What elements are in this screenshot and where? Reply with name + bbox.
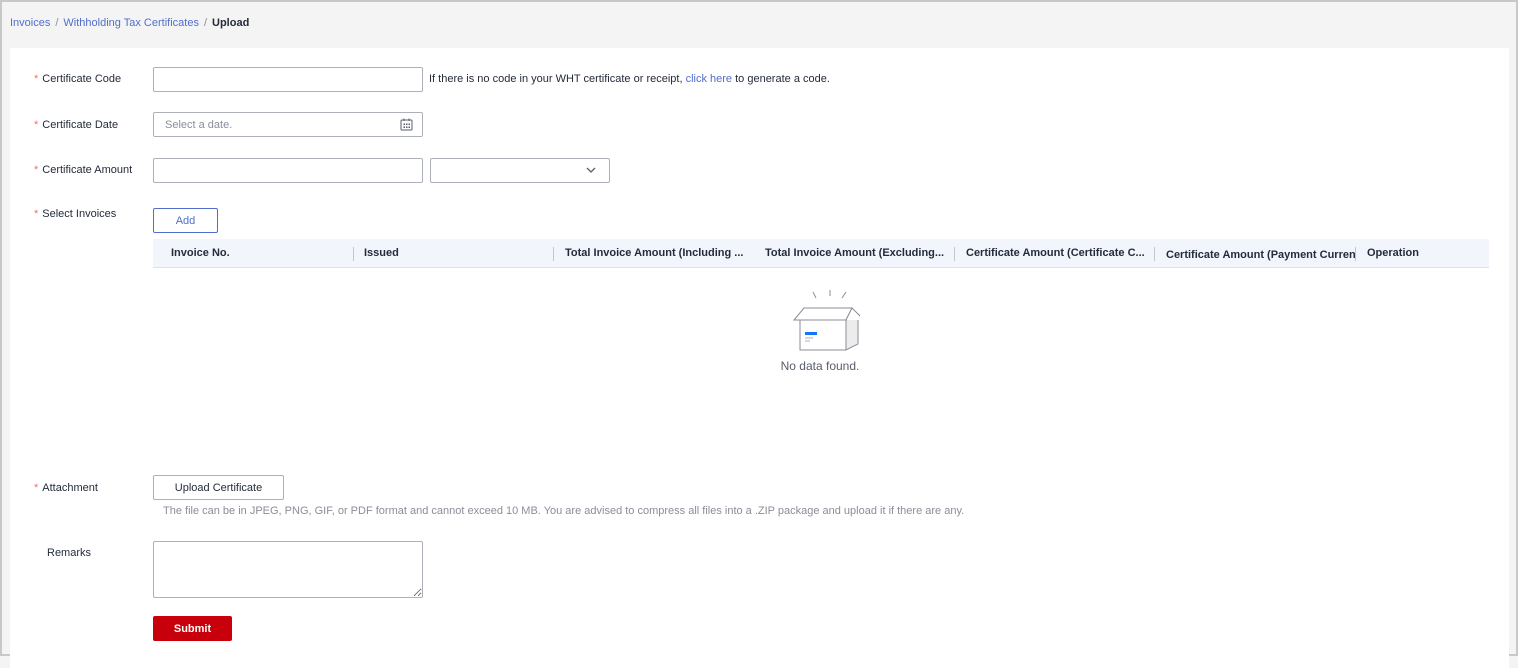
col-total-excl: Total Invoice Amount (Excluding... <box>765 247 945 259</box>
remarks-textarea[interactable] <box>153 541 423 598</box>
breadcrumb-invoices[interactable]: Invoices <box>10 17 50 29</box>
breadcrumb-wht-certificates[interactable]: Withholding Tax Certificates <box>63 17 199 29</box>
upload-form: * Certificate Code If there is no code in… <box>10 48 1509 668</box>
breadcrumb-separator: / <box>203 17 208 29</box>
breadcrumb: Invoices / Withholding Tax Certificates / Up… <box>10 17 249 29</box>
select-invoices-label: * Select Invoices <box>34 208 117 220</box>
col-total-incl: Total Invoice Amount (Including ... <box>565 247 744 259</box>
certificate-amount-input[interactable] <box>153 158 423 183</box>
date-placeholder: Select a date. <box>165 119 233 131</box>
currency-select[interactable] <box>430 158 610 183</box>
upload-certificate-button[interactable]: Upload Certificate <box>153 475 284 500</box>
breadcrumb-separator: / <box>55 17 59 29</box>
certificate-code-label: * Certificate Code <box>34 73 122 85</box>
attachment-note: The file can be in JPEG, PNG, GIF, or PD… <box>163 505 965 517</box>
col-issued: Issued <box>364 247 399 259</box>
certificate-date-picker[interactable]: Select a date. <box>153 112 423 137</box>
certificate-date-label: * Certificate Date <box>34 119 119 131</box>
col-cert-amount-cert: Certificate Amount (Certificate C... <box>966 247 1145 259</box>
empty-box-icon <box>792 290 865 351</box>
submit-button[interactable]: Submit <box>153 616 232 641</box>
col-operation: Operation <box>1367 247 1419 259</box>
breadcrumb-current: Upload <box>212 17 250 29</box>
remarks-label: Remarks <box>47 547 92 559</box>
attachment-label: * Attachment <box>34 482 98 494</box>
chevron-down-icon <box>586 167 596 173</box>
add-invoice-button[interactable]: Add <box>153 208 218 233</box>
invoices-table: Invoice No. Issued Total Invoice Amount … <box>153 239 1489 268</box>
empty-text: No data found. <box>780 359 860 373</box>
table-header: Invoice No. Issued Total Invoice Amount … <box>153 239 1489 268</box>
col-invoice-no: Invoice No. <box>171 247 230 259</box>
certificate-amount-label: * Certificate Amount <box>34 164 133 176</box>
certificate-code-hint: If there is no code in your WHT certific… <box>429 73 830 85</box>
certificate-code-input[interactable] <box>153 67 423 92</box>
empty-state: No data found. <box>770 288 870 373</box>
col-cert-amount-payment: Certificate Amount (Payment Currency <box>1166 249 1356 261</box>
calendar-icon <box>400 118 413 131</box>
generate-code-link[interactable]: click here <box>686 73 732 85</box>
